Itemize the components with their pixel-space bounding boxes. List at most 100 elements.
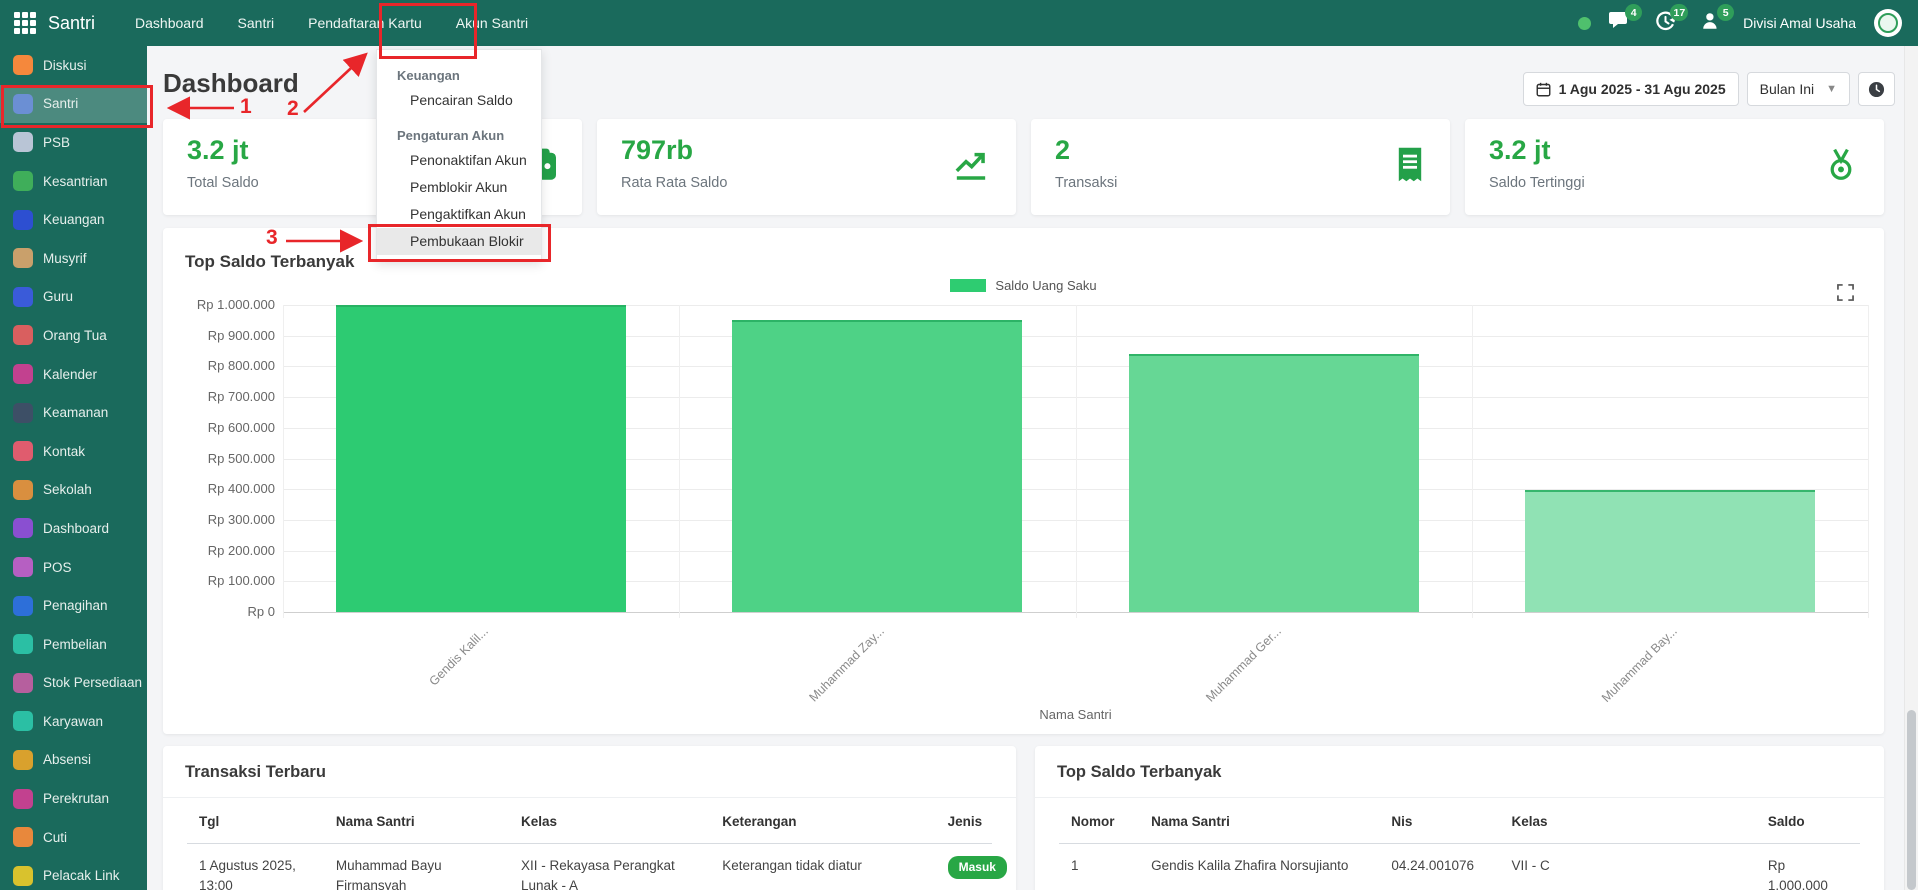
sidebar-item-orang-tua[interactable]: Orang Tua xyxy=(0,316,147,355)
pembelian-icon xyxy=(13,634,33,655)
chart-title: Top Saldo Terbanyak xyxy=(185,252,355,271)
sidebar-item-pelacak-link[interactable]: Pelacak Link xyxy=(0,856,147,890)
chart-bar-gendis-kalil[interactable] xyxy=(336,305,627,612)
table-cell: XII - Rekayasa Perangkat Lunak - A xyxy=(508,843,711,890)
sidebar-item-karyawan[interactable]: Karyawan xyxy=(0,702,147,741)
akun-santri-dropdown: Keuangan Pencairan Saldo Pengaturan Akun Pe… xyxy=(376,49,542,262)
sidebar-item-keamanan[interactable]: Keamanan xyxy=(0,393,147,432)
calendar-icon xyxy=(1536,82,1551,96)
apps-grid-icon[interactable] xyxy=(14,12,36,34)
y-axis-tick-label: Rp 900.000 xyxy=(207,327,275,343)
fullscreen-icon[interactable] xyxy=(1837,284,1854,306)
x-axis-title: Nama Santri xyxy=(1039,707,1112,722)
sidebar-item-label: Diskusi xyxy=(43,57,87,73)
sidebar-item-diskusi[interactable]: Diskusi xyxy=(0,46,147,85)
nav-item-dashboard[interactable]: Dashboard xyxy=(135,15,204,31)
gridline-x xyxy=(283,305,284,618)
notification-count: 17 xyxy=(1670,4,1689,21)
sidebar-item-label: Absensi xyxy=(43,752,92,768)
y-axis-tick-label: Rp 300.000 xyxy=(207,511,275,527)
dropdown-section-header: Keuangan xyxy=(397,68,460,83)
period-select[interactable]: Bulan Ini ▼ xyxy=(1746,72,1850,106)
kesantrian-icon xyxy=(13,171,33,192)
sidebar-item-label: Sekolah xyxy=(43,482,92,498)
sidebar-item-psb[interactable]: PSB xyxy=(0,123,147,162)
dashboard-icon xyxy=(13,518,33,539)
brand-title[interactable]: Santri xyxy=(48,13,95,34)
history-clock-button[interactable]: 17 xyxy=(1655,4,1689,35)
user-clock-button[interactable]: 5 xyxy=(1701,4,1735,35)
stat-card-rata-rata-saldo: 797rb Rata Rata Saldo xyxy=(597,119,1016,215)
history-button[interactable] xyxy=(1858,72,1895,106)
dropdown-item-pembukaan-blokir[interactable]: Pembukaan Blokir xyxy=(377,228,541,255)
nav-item-pendaftaran-kartu[interactable]: Pendaftaran Kartu xyxy=(308,15,422,31)
bar-chart-plot: Rp 0 Rp 100.000 Rp 200.000 Rp 300.000 Rp 400… xyxy=(197,297,1869,722)
date-range-button[interactable]: 1 Agu 2025 - 31 Agu 2025 xyxy=(1522,72,1739,106)
sidebar-item-guru[interactable]: Guru xyxy=(0,278,147,317)
chart-bar-muhammad-ger[interactable] xyxy=(1128,354,1419,612)
sidebar-item-label: Guru xyxy=(43,289,74,305)
table-cell: Gendis Kalila Zhafira Norsujianto xyxy=(1139,843,1380,890)
kontak-icon xyxy=(13,441,33,462)
santri-icon xyxy=(13,93,33,114)
sidebar-item-sekolah[interactable]: Sekolah xyxy=(0,471,147,510)
sidebar-item-absensi[interactable]: Absensi xyxy=(0,741,147,780)
sidebar-item-pos[interactable]: POS xyxy=(0,548,147,587)
sidebar-item-pembelian[interactable]: Pembelian xyxy=(0,625,147,664)
top-saldo-table: Nomor Nama Santri Nis Kelas Saldo 1 Gendis Kal… xyxy=(1059,800,1860,890)
pos-icon xyxy=(13,557,33,578)
karyawan-icon xyxy=(13,711,33,732)
legend-item[interactable]: Saldo Uang Saku xyxy=(163,278,1884,293)
sidebar-item-musyrif[interactable]: Musyrif xyxy=(0,239,147,278)
sidebar-item-perekrutan[interactable]: Perekrutan xyxy=(0,779,147,818)
kalender-icon xyxy=(13,364,33,385)
chat-button[interactable]: 4 xyxy=(1609,4,1643,35)
x-axis-category-label: Muhammad Ger... xyxy=(1202,624,1284,705)
gridline-x xyxy=(679,305,681,618)
sidebar-item-dashboard[interactable]: Dashboard xyxy=(0,509,147,548)
sidebar-item-santri[interactable]: Santri xyxy=(0,84,147,124)
chevron-down-icon: ▼ xyxy=(1826,83,1837,95)
avatar[interactable] xyxy=(1874,9,1902,37)
user-name[interactable]: Divisi Amal Usaha xyxy=(1743,15,1856,31)
sidebar-item-label: Stok Persediaan xyxy=(43,675,143,691)
perekrutan-icon xyxy=(13,788,33,809)
table-row: 1 Gendis Kalila Zhafira Norsujianto 04.24.… xyxy=(1059,843,1860,890)
sidebar-item-label: Pelacak Link xyxy=(43,868,120,884)
stat-value: 2 xyxy=(1055,135,1071,165)
stat-card-saldo-tertinggi: 3.2 jt Saldo Tertinggi xyxy=(1465,119,1884,215)
column-header-tgl: Tgl xyxy=(187,800,324,844)
table-cell: Keterangan tidak diatur xyxy=(710,843,936,890)
presence-dot-icon xyxy=(1578,16,1592,30)
dropdown-item-pencairan-saldo[interactable]: Pencairan Saldo xyxy=(377,87,541,114)
sidebar-item-cuti[interactable]: Cuti xyxy=(0,818,147,857)
dropdown-item-penonaktifan-akun[interactable]: Penonaktifan Akun xyxy=(377,147,541,174)
sidebar-item-kesantrian[interactable]: Kesantrian xyxy=(0,162,147,201)
nav-item-akun-santri[interactable]: Akun Santri xyxy=(456,15,528,31)
sidebar-item-stok-persediaan[interactable]: Stok Persediaan xyxy=(0,664,147,703)
sidebar-item-kalender[interactable]: Kalender xyxy=(0,355,147,394)
chart-bar-muhammad-zay[interactable] xyxy=(732,320,1023,612)
nav-item-santri[interactable]: Santri xyxy=(238,15,275,31)
dropdown-item-pengaktifkan-akun[interactable]: Pengaktifkan Akun xyxy=(377,201,541,228)
column-header-jenis: Jenis xyxy=(935,800,992,844)
dropdown-item-pemblokir-akun[interactable]: Pemblokir Akun xyxy=(377,174,541,201)
sidebar-item-kontak[interactable]: Kontak xyxy=(0,432,147,471)
stat-label: Saldo Tertinggi xyxy=(1489,175,1585,191)
scrollbar-thumb[interactable] xyxy=(1907,710,1916,890)
sidebar-item-label: Pembelian xyxy=(43,636,107,652)
chart-bar-muhammad-bay[interactable] xyxy=(1524,489,1815,612)
table-head: Tgl Nama Santri Kelas Keterangan Jenis xyxy=(187,800,992,844)
stat-value: 797rb xyxy=(621,135,694,165)
sidebar-item-penagihan[interactable]: Penagihan xyxy=(0,586,147,625)
gridline-x xyxy=(1868,305,1869,618)
table-head: Nomor Nama Santri Nis Kelas Saldo xyxy=(1059,800,1860,844)
divider xyxy=(163,797,1016,798)
medal-icon xyxy=(1824,147,1858,188)
y-axis-tick-label: Rp 200.000 xyxy=(207,542,275,558)
chat-icon xyxy=(1609,12,1631,35)
legend-label: Saldo Uang Saku xyxy=(995,278,1097,293)
sidebar-item-label: Kesantrian xyxy=(43,173,108,189)
sidebar-item-keuangan[interactable]: Keuangan xyxy=(0,200,147,239)
receipt-icon xyxy=(1396,147,1424,187)
